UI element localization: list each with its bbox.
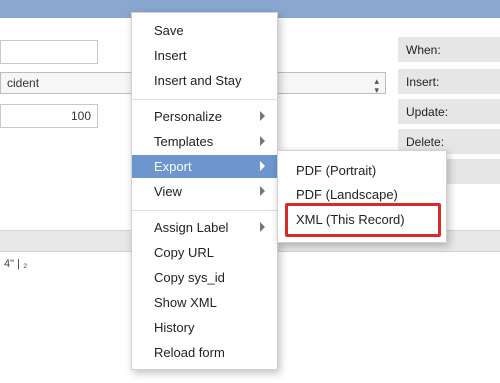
menu-item-label: Copy URL xyxy=(154,245,214,260)
menu-item-personalize[interactable]: Personalize xyxy=(132,105,277,128)
submenu-item-label: PDF (Landscape) xyxy=(296,187,398,202)
menu-item-label: Personalize xyxy=(154,109,222,124)
submenu-item-pdf-portrait[interactable]: PDF (Portrait) xyxy=(278,159,446,182)
menu-item-copy-url[interactable]: Copy URL xyxy=(132,241,277,264)
when-label: When: xyxy=(398,36,500,62)
menu-item-templates[interactable]: Templates xyxy=(132,130,277,153)
menu-item-label: Show XML xyxy=(154,295,217,310)
menu-item-insert-and-stay[interactable]: Insert and Stay xyxy=(132,69,277,92)
menu-separator xyxy=(132,99,277,100)
menu-item-label: Copy sys_id xyxy=(154,270,225,285)
menu-item-view[interactable]: View xyxy=(132,180,277,203)
update-label: Update: xyxy=(398,98,500,124)
submenu-arrow-icon xyxy=(260,111,265,121)
highlight-annotation xyxy=(285,203,441,237)
submenu-arrow-icon xyxy=(260,186,265,196)
submenu-arrow-icon xyxy=(260,222,265,232)
select-arrows-icon: ▴ ▾ xyxy=(374,76,379,95)
menu-item-show-xml[interactable]: Show XML xyxy=(132,291,277,314)
menu-item-reload-form[interactable]: Reload form xyxy=(132,341,277,364)
menu-item-insert[interactable]: Insert xyxy=(132,44,277,67)
menu-item-label: Assign Label xyxy=(154,220,229,235)
menu-item-label: Templates xyxy=(154,134,214,149)
menu-item-label: Export xyxy=(154,159,192,174)
submenu-item-label: PDF (Portrait) xyxy=(296,163,377,178)
number-field-value: 100 xyxy=(70,109,91,123)
menu-item-label: History xyxy=(154,320,195,335)
submenu-arrow-icon xyxy=(260,161,265,171)
choice-select-value: cident xyxy=(7,76,40,90)
menu-separator xyxy=(132,210,277,211)
context-menu: Save Insert Insert and Stay Personalize … xyxy=(131,12,278,370)
text-field[interactable] xyxy=(0,40,98,64)
menu-item-label: Save xyxy=(154,23,184,38)
menu-item-label: View xyxy=(154,184,182,199)
menu-item-label: Reload form xyxy=(154,345,225,360)
menu-item-export[interactable]: Export xyxy=(132,155,277,178)
insert-label: Insert: xyxy=(398,68,500,94)
menu-item-copy-sys-id[interactable]: Copy sys_id xyxy=(132,266,277,289)
menu-item-save[interactable]: Save xyxy=(132,19,277,42)
number-field[interactable]: 100 xyxy=(0,104,98,128)
menu-item-assign-label[interactable]: Assign Label xyxy=(132,216,277,239)
submenu-arrow-icon xyxy=(260,136,265,146)
menu-item-label: Insert and Stay xyxy=(154,73,242,88)
menu-item-history[interactable]: History xyxy=(132,316,277,339)
menu-item-label: Insert xyxy=(154,48,187,63)
script-text-fragment: 4" | ₂ xyxy=(4,258,28,270)
